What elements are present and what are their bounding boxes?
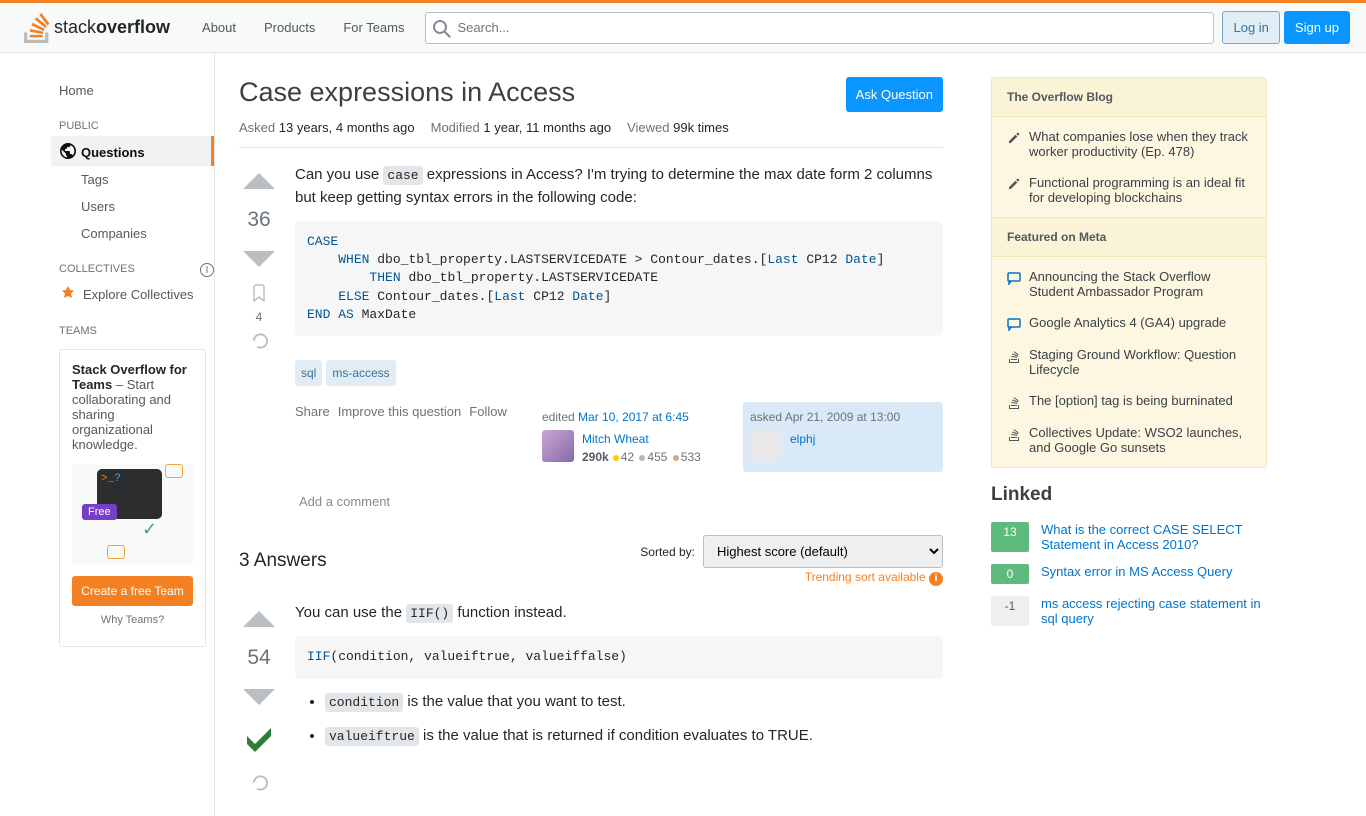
linked-item[interactable]: 0 Syntax error in MS Access Query	[991, 564, 1267, 584]
linked-item[interactable]: -1 ms access rejecting case statement in…	[991, 596, 1267, 626]
speech-icon	[1007, 317, 1021, 331]
editor-card: edited Mar 10, 2017 at 6:45 Mitch Wheat …	[535, 402, 735, 472]
accepted-check-icon	[241, 722, 277, 758]
edit-time-link[interactable]: Mar 10, 2017 at 6:45	[578, 410, 689, 424]
linked-score: 0	[991, 564, 1029, 584]
asker-card: asked Apr 21, 2009 at 13:00 elphj	[743, 402, 943, 472]
tag-ms-access[interactable]: ms-access	[326, 360, 395, 386]
editor-username[interactable]: Mitch Wheat	[582, 430, 701, 448]
searchbar	[425, 12, 1215, 44]
login-button[interactable]: Log in	[1222, 11, 1279, 44]
search-icon	[433, 20, 451, 38]
nav-questions[interactable]: Questions	[51, 136, 214, 166]
pencil-icon	[1007, 131, 1021, 145]
follow-link[interactable]: Follow	[469, 402, 507, 422]
stackoverflow-icon	[24, 13, 50, 43]
list-item: valueiftrue is the value that is returne…	[325, 725, 943, 748]
bookmark-count: 4	[256, 310, 263, 324]
meta-item[interactable]: Google Analytics 4 (GA4) upgrade	[1007, 307, 1251, 339]
create-team-button[interactable]: Create a free Team	[72, 576, 193, 606]
blog-heading: The Overflow Blog	[992, 78, 1266, 117]
code-block: IIF(condition, valueiftrue, valueiffalse…	[295, 636, 943, 678]
downvote-button[interactable]	[241, 678, 277, 714]
linked-item[interactable]: 13 What is the correct CASE SELECT State…	[991, 522, 1267, 552]
answers-count: 3 Answers	[239, 550, 327, 572]
nav-home[interactable]: Home	[51, 77, 214, 104]
signup-button[interactable]: Sign up	[1284, 11, 1350, 44]
sort-select[interactable]: Highest score (default)	[703, 535, 943, 568]
logo[interactable]: stackoverflow	[16, 13, 178, 43]
main-content: Case expressions in Access Ask Question …	[215, 53, 967, 816]
question-post: 36 4 Can you use case expressions in Acc…	[239, 164, 943, 511]
meta-item[interactable]: Collectives Update: WSO2 launches, and G…	[1007, 417, 1251, 463]
nav-users[interactable]: Users	[51, 193, 214, 220]
teams-promo: Stack Overflow for Teams – Start collabo…	[59, 349, 206, 647]
blog-item[interactable]: What companies lose when they track work…	[1007, 121, 1251, 167]
speech-icon	[1007, 271, 1021, 285]
nav-tags[interactable]: Tags	[51, 166, 214, 193]
ask-question-button[interactable]: Ask Question	[846, 77, 943, 112]
meta-item[interactable]: Announcing the Stack Overflow Student Am…	[1007, 261, 1251, 307]
meta-item[interactable]: The [option] tag is being burninated	[1007, 385, 1251, 417]
search-input[interactable]	[425, 12, 1215, 44]
improve-link[interactable]: Improve this question	[338, 402, 462, 422]
tag-list: sql ms-access	[295, 360, 943, 386]
nav-companies[interactable]: Companies	[51, 220, 214, 247]
meta-heading: Featured on Meta	[992, 217, 1266, 257]
avatar[interactable]	[750, 430, 782, 462]
right-sidebar: The Overflow Blog What companies lose wh…	[967, 53, 1267, 816]
asker-username[interactable]: elphj	[790, 430, 815, 448]
nav-teams[interactable]: For Teams	[331, 14, 416, 41]
nav-collectives-heading: COLLECTIVESi	[51, 247, 214, 279]
avatar[interactable]	[542, 430, 574, 462]
list-item: condition is the value that you want to …	[325, 691, 943, 714]
blog-item[interactable]: Functional programming is an ideal fit f…	[1007, 167, 1251, 213]
so-icon	[1007, 349, 1021, 363]
upvote-button[interactable]	[241, 602, 277, 638]
star-burst-icon	[59, 285, 77, 303]
answer-post: 54 You can use the IIF() function instea…	[239, 602, 943, 792]
so-icon	[1007, 427, 1021, 441]
question-title: Case expressions in Access	[239, 77, 575, 108]
question-body: Can you use case expressions in Access? …	[295, 164, 943, 209]
nav-explore-collectives[interactable]: Explore Collectives	[51, 279, 214, 309]
tag-sql[interactable]: sql	[295, 360, 322, 386]
teams-illustration: >_? Free ✓	[72, 464, 193, 564]
nav-about[interactable]: About	[190, 14, 248, 41]
pencil-icon	[1007, 177, 1021, 191]
topbar: stackoverflow About Products For Teams L…	[0, 3, 1366, 53]
answer-body: You can use the IIF() function instead.	[295, 602, 943, 625]
so-icon	[1007, 395, 1021, 409]
bookmark-icon[interactable]	[250, 284, 268, 302]
info-icon[interactable]: i	[200, 263, 214, 277]
history-icon[interactable]	[250, 774, 268, 792]
left-sidebar: Home PUBLIC Questions Tags Users Compani…	[51, 53, 215, 816]
meta-item[interactable]: Staging Ground Workflow: Question Lifecy…	[1007, 339, 1251, 385]
history-icon[interactable]	[250, 332, 268, 350]
linked-score: 13	[991, 522, 1029, 552]
question-meta: Asked 13 years, 4 months ago Modified 1 …	[239, 120, 943, 135]
linked-score: -1	[991, 596, 1029, 626]
add-comment-link[interactable]: Add a comment	[295, 484, 943, 512]
why-teams-link[interactable]: Why Teams?	[72, 606, 193, 634]
question-score: 36	[247, 208, 270, 232]
nav-products[interactable]: Products	[252, 14, 327, 41]
globe-icon	[59, 142, 77, 160]
downvote-button[interactable]	[241, 240, 277, 276]
code-block: CASE WHEN dbo_tbl_property.LASTSERVICEDA…	[295, 221, 943, 336]
share-link[interactable]: Share	[295, 402, 330, 422]
linked-heading: Linked	[991, 484, 1267, 506]
nav-public-heading: PUBLIC	[51, 104, 214, 136]
top-nav: About Products For Teams	[190, 14, 416, 41]
sorted-by-label: Sorted by:	[640, 545, 695, 559]
trending-sort-link[interactable]: Trending sort available i	[805, 570, 943, 586]
nav-teams-heading: TEAMS	[51, 309, 214, 341]
answer-score: 54	[247, 646, 270, 670]
upvote-button[interactable]	[241, 164, 277, 200]
